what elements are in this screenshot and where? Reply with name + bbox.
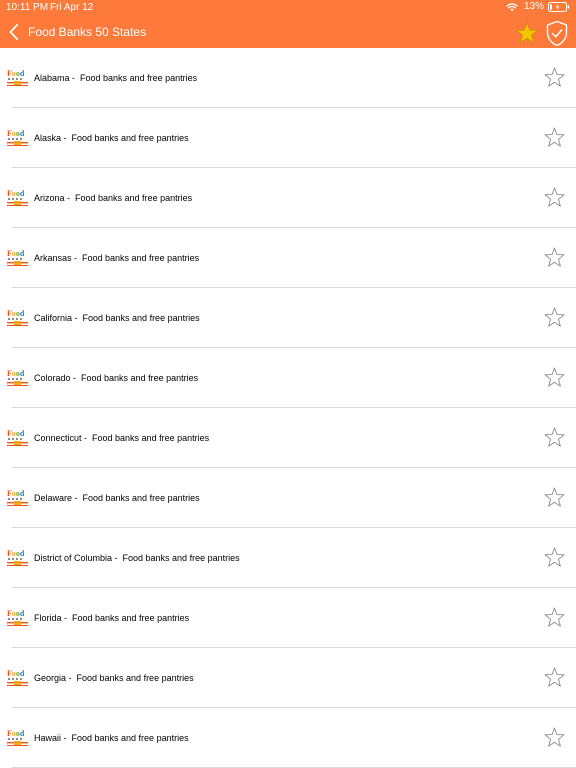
star-outline-icon[interactable] bbox=[544, 727, 565, 748]
list-item-5[interactable]: Food Colorado - Food banks and free pant… bbox=[0, 348, 576, 408]
app-screen: 10:11 PM Fri Apr 12 13% Food Banks 50 St… bbox=[0, 0, 576, 768]
list-item-label: Arkansas - Food banks and free pantries bbox=[34, 253, 200, 263]
wifi-icon bbox=[506, 3, 518, 12]
list-item-1[interactable]: Food Alaska - Food banks and free pantri… bbox=[0, 108, 576, 168]
status-indicators: 13% bbox=[506, 1, 570, 13]
list-item-label: Georgia - Food banks and free pantries bbox=[34, 673, 194, 683]
star-outline-icon[interactable] bbox=[544, 667, 565, 688]
list-item-10[interactable]: Food Georgia - Food banks and free pantr… bbox=[0, 648, 576, 708]
list-item-7[interactable]: Food Delaware - Food banks and free pant… bbox=[0, 468, 576, 528]
list-item-label: Hawaii - Food banks and free pantries bbox=[34, 733, 189, 743]
food-bank-usa-logo: Food bbox=[7, 729, 28, 746]
svg-text:Food: Food bbox=[7, 189, 25, 198]
shield-check-icon[interactable] bbox=[545, 20, 569, 47]
star-outline-icon[interactable] bbox=[544, 487, 565, 508]
status-bar: 10:11 PM Fri Apr 12 13% bbox=[0, 0, 576, 14]
star-outline-icon[interactable] bbox=[544, 427, 565, 448]
list-item-label: Alaska - Food banks and free pantries bbox=[34, 133, 189, 143]
food-bank-usa-logo: Food bbox=[7, 129, 28, 146]
food-bank-usa-logo: Food bbox=[7, 249, 28, 266]
svg-text:Food: Food bbox=[7, 369, 25, 378]
food-bank-usa-logo: Food bbox=[7, 429, 28, 446]
food-bank-usa-logo: Food bbox=[7, 489, 28, 506]
list-item-label: District of Columbia - Food banks and fr… bbox=[34, 553, 240, 563]
list-item-3[interactable]: Food Arkansas - Food banks and free pant… bbox=[0, 228, 576, 288]
list-item-4[interactable]: Food California - Food banks and free pa… bbox=[0, 288, 576, 348]
svg-text:Food: Food bbox=[7, 609, 25, 618]
list-item-label: Florida - Food banks and free pantries bbox=[34, 613, 190, 623]
star-outline-icon[interactable] bbox=[544, 307, 565, 328]
state-list: Food Alabama - Food banks and free pantr… bbox=[0, 48, 576, 768]
battery-icon bbox=[548, 2, 570, 12]
star-outline-icon[interactable] bbox=[544, 367, 565, 388]
svg-text:Food: Food bbox=[7, 249, 25, 258]
list-item-0[interactable]: Food Alabama - Food banks and free pantr… bbox=[0, 48, 576, 108]
food-bank-usa-logo: Food bbox=[7, 369, 28, 386]
svg-text:Food: Food bbox=[7, 429, 25, 438]
list-item-11[interactable]: Food Hawaii - Food banks and free pantri… bbox=[0, 708, 576, 768]
star-outline-icon[interactable] bbox=[544, 67, 565, 88]
back-button[interactable]: Food Banks 50 States bbox=[8, 19, 146, 45]
list-item-label: Colorado - Food banks and free pantries bbox=[34, 373, 199, 383]
list-item-label: Arizona - Food banks and free pantries bbox=[34, 193, 193, 203]
star-outline-icon[interactable] bbox=[544, 247, 565, 268]
svg-text:Food: Food bbox=[7, 549, 25, 558]
chevron-left-icon bbox=[9, 24, 18, 40]
list-item-9[interactable]: Food Florida - Food banks and free pantr… bbox=[0, 588, 576, 648]
list-item-label: Delaware - Food banks and free pantries bbox=[34, 493, 200, 503]
star-outline-icon[interactable] bbox=[544, 187, 565, 208]
food-bank-usa-logo: Food bbox=[7, 189, 28, 206]
food-bank-usa-logo: Food bbox=[7, 669, 28, 686]
food-bank-usa-logo: Food bbox=[7, 549, 28, 566]
svg-text:Food: Food bbox=[7, 69, 25, 78]
favorites-star-icon[interactable] bbox=[515, 22, 539, 44]
star-outline-icon[interactable] bbox=[544, 607, 565, 628]
page-title: Food Banks 50 States bbox=[28, 25, 147, 39]
list-item-label: Alabama - Food banks and free pantries bbox=[34, 73, 198, 83]
list-item-label: Connecticut - Food banks and free pantri… bbox=[34, 433, 210, 443]
header: 10:11 PM Fri Apr 12 13% Food Banks 50 St… bbox=[0, 0, 576, 48]
svg-text:Food: Food bbox=[7, 309, 25, 318]
star-outline-icon[interactable] bbox=[544, 547, 565, 568]
status-date: Fri Apr 12 bbox=[50, 2, 94, 13]
svg-text:Food: Food bbox=[7, 669, 25, 678]
food-bank-usa-logo: Food bbox=[7, 309, 28, 326]
svg-text:Food: Food bbox=[7, 489, 25, 498]
list-item-8[interactable]: Food District of Columbia - Food banks a… bbox=[0, 528, 576, 588]
food-bank-usa-logo: Food bbox=[7, 69, 28, 86]
svg-text:Food: Food bbox=[7, 129, 25, 138]
list-item-2[interactable]: Food Arizona - Food banks and free pantr… bbox=[0, 168, 576, 228]
list-item-6[interactable]: Food Connecticut - Food banks and free p… bbox=[0, 408, 576, 468]
svg-text:Food: Food bbox=[7, 729, 25, 738]
status-time: 10:11 PM bbox=[6, 2, 49, 13]
nav-bar: Food Banks 50 States bbox=[0, 17, 576, 48]
food-bank-usa-logo: Food bbox=[7, 609, 28, 626]
list-item-label: California - Food banks and free pantrie… bbox=[34, 313, 200, 323]
battery-percent: 13% bbox=[523, 1, 544, 12]
star-outline-icon[interactable] bbox=[544, 127, 565, 148]
